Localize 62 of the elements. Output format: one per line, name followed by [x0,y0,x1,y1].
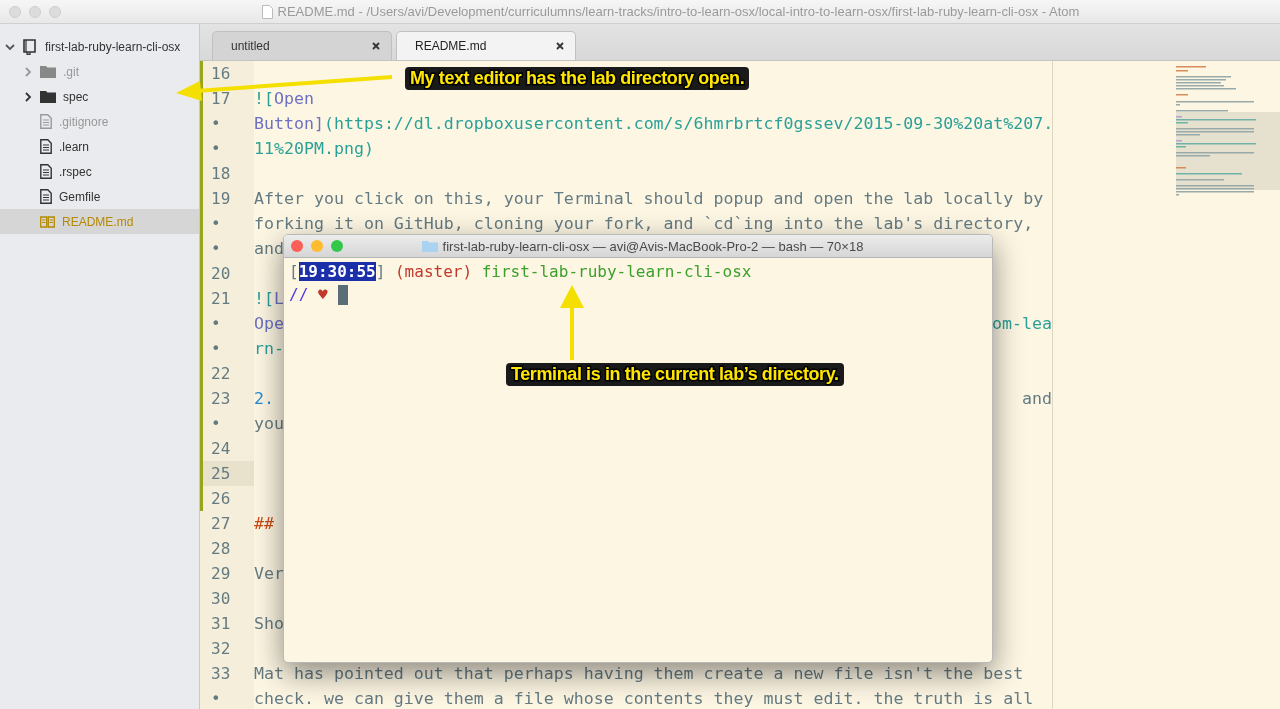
file-item[interactable]: Gemfile [59,189,101,204]
line-number: 29 [211,564,231,583]
code-line: ![Open [254,89,314,108]
project-folder[interactable]: first-lab-ruby-learn-cli-osx [45,39,181,54]
wrap-marker: • [211,414,221,433]
code-line: ## [254,514,274,533]
code-line: 2. [254,389,274,408]
line-number: 30 [211,589,231,608]
line-number: 33 [211,664,231,683]
line-number: 32 [211,639,231,658]
line-number: 20 [211,264,231,283]
line-number: 25 [211,464,231,483]
wrap-marker: • [211,339,221,358]
line-number: 31 [211,614,231,633]
wrap-marker: • [211,114,221,133]
code-line: 11%20PM.png) [254,139,374,158]
window-title: README.md - /Users/avi/Development/curriculumns/learn-tracks/intro-to-learn-osx/local-intro-to-learn-osx/first-lab-ruby-learn-cli-osx - Atom [277,4,1080,19]
code-line: and [1022,389,1052,408]
code-line: ![L [254,289,284,308]
code-line: and [254,239,284,258]
wrap-marker: • [211,214,221,233]
code-line: Mat has pointed out that perhaps having them create a new file isn't the best [254,664,1024,683]
line-number: 16 [211,64,231,83]
line-number: 18 [211,164,231,183]
code-line: Sho [254,614,284,633]
wrap-marker: • [211,239,221,258]
terminal-text: ] [375,262,386,281]
code-line: Ver [254,564,284,583]
line-number: 17 [211,89,231,108]
file-item[interactable]: .learn [59,139,90,154]
terminal-time: 19:30:55 [298,262,376,281]
terminal-title: first-lab-ruby-learn-cli-osx — avi@Avis-MacBook-Pro-2 — bash — 70×18 [442,238,864,254]
terminal-text: (master) [393,262,473,281]
tab[interactable]: README.md [396,31,576,60]
tab[interactable]: untitled [212,31,392,60]
annotation-text: My text editor has the lab directory open. [405,67,750,90]
line-number: 26 [211,489,231,508]
code-line: check. we can give them a file whose contents they must edit. the truth is all [254,689,1034,708]
terminal-text: [ [289,262,299,281]
line-number: 23 [211,389,231,408]
folder-item[interactable]: spec [63,89,89,104]
line-number: 24 [211,439,231,458]
wrap-marker: • [211,139,221,158]
code-line: rn- [254,339,284,358]
terminal-text: first-lab-ruby-learn-cli-osx [480,262,752,281]
file-item[interactable]: .rspec [59,164,92,179]
line-number: 28 [211,539,231,558]
code-line: you [254,414,284,433]
code-line: After you click on this, your Terminal should popup and open the lab locally by [254,189,1044,208]
line-number: 19 [211,189,231,208]
code-line: forking it on GitHub, cloning your fork, and `cd`ing into the lab's directory, [254,214,1034,233]
line-number: 22 [211,364,231,383]
annotation-text: Terminal is in the current lab’s directory. [506,363,844,386]
code-line: om-lea [992,314,1052,333]
wrap-marker: • [211,314,221,333]
code-line: Button](https://dl.dropboxusercontent.com/s/6hmrbrtcf0gssev/2015-09-30%20at%207. [254,114,1054,133]
code-line: Ope [254,314,284,333]
terminal-text: // [289,285,309,304]
line-number: 21 [211,289,231,308]
wrap-marker: • [211,689,221,708]
line-number: 27 [211,514,231,533]
terminal-text: ♥ [316,285,328,304]
